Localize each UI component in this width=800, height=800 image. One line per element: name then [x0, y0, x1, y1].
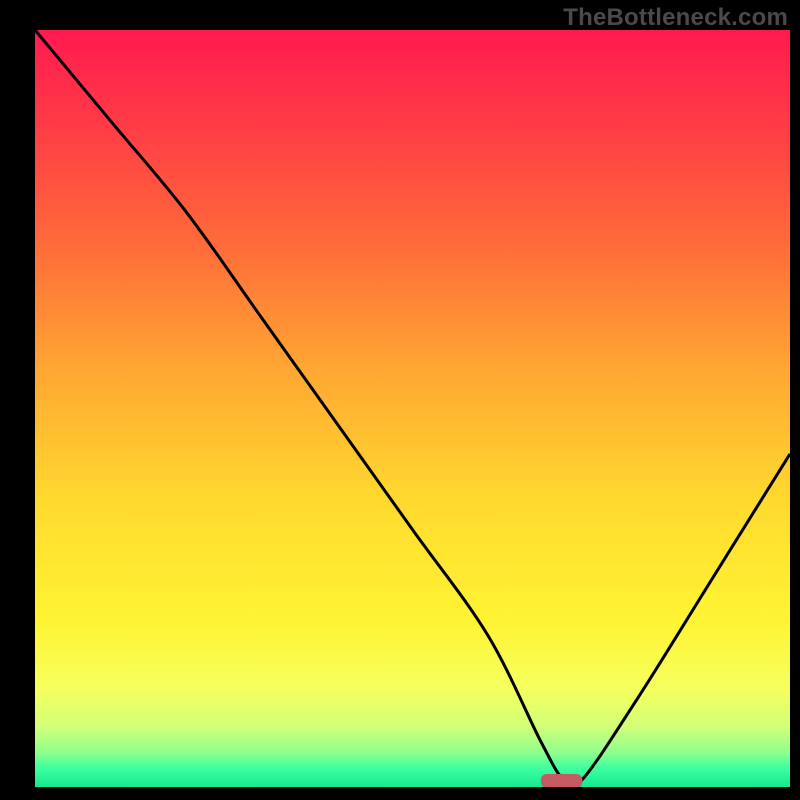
bottleneck-chart [35, 30, 790, 787]
plot-area [35, 30, 790, 787]
optimal-marker [541, 774, 583, 787]
gradient-background [35, 30, 790, 787]
chart-frame: TheBottleneck.com [0, 0, 800, 800]
watermark-label: TheBottleneck.com [563, 4, 788, 32]
